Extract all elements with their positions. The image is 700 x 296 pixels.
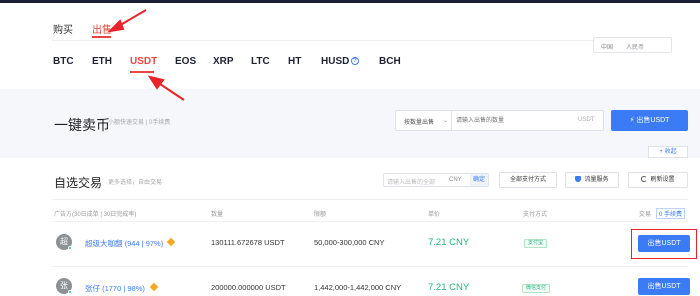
annotation-arrows: [107, 9, 185, 101]
arrow-head: [147, 75, 165, 90]
arrow-head: [107, 19, 125, 33]
arrow-to-usdt-tab: [156, 81, 185, 101]
